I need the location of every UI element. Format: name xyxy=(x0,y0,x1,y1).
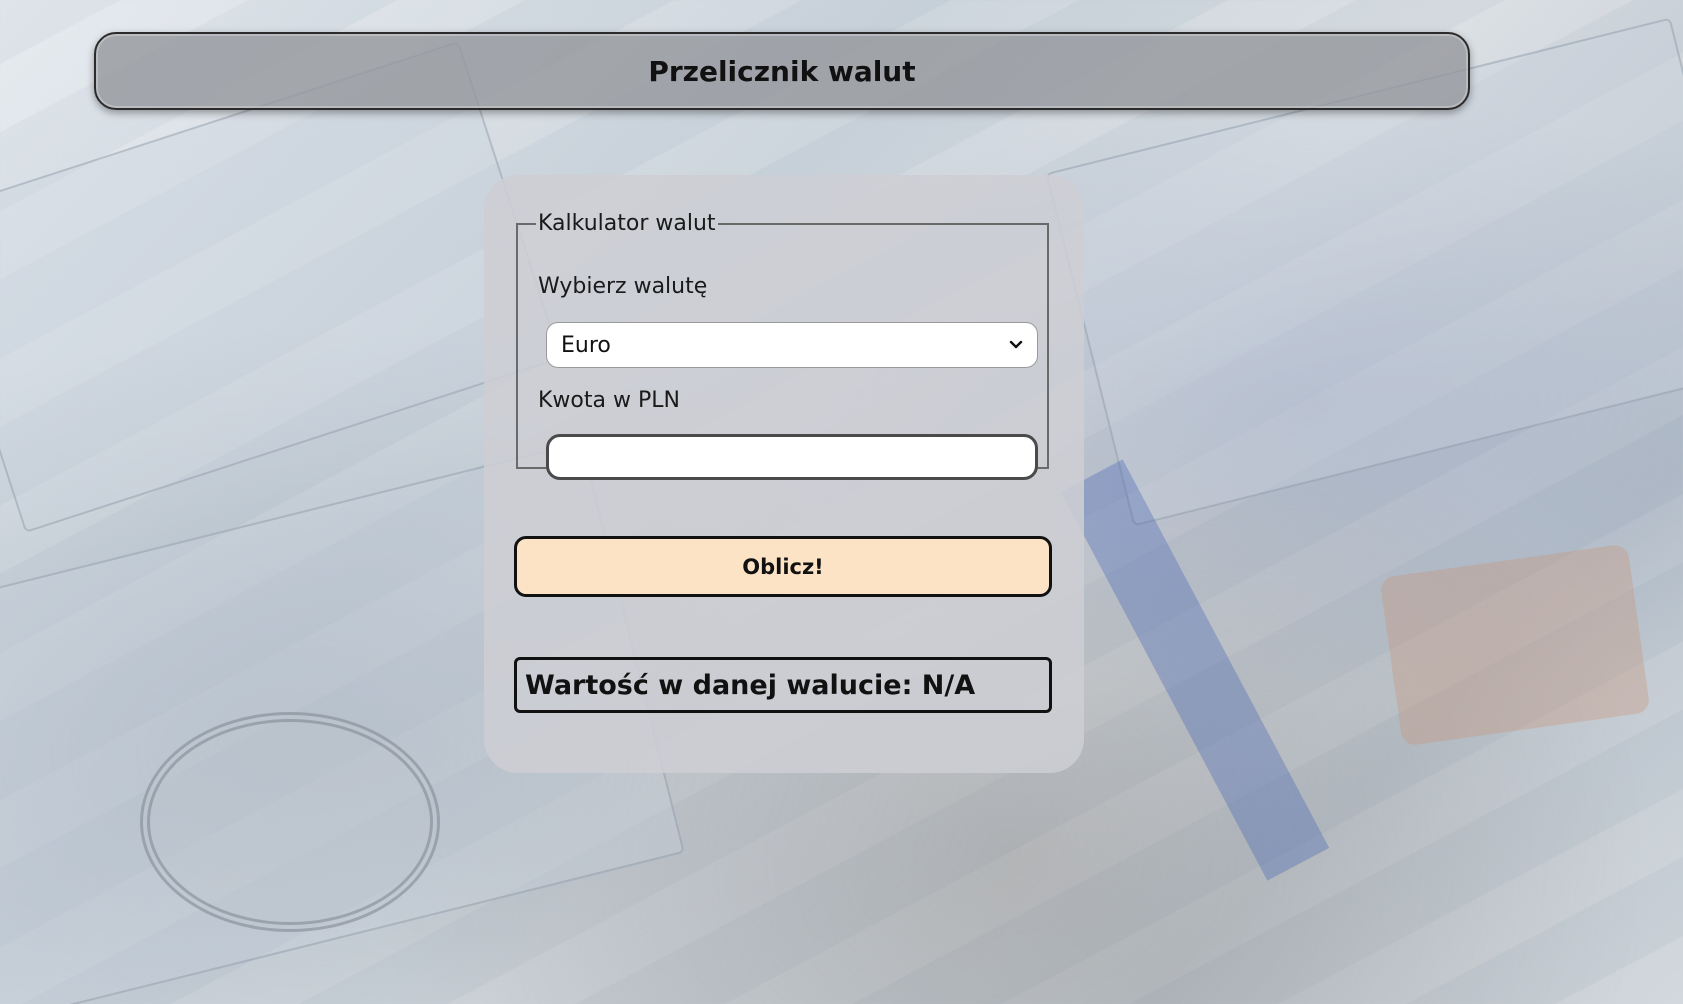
background-banknote xyxy=(0,41,562,533)
currency-label: Wybierz walutę xyxy=(538,274,708,299)
amount-input[interactable] xyxy=(546,434,1038,480)
background-seal xyxy=(140,712,440,932)
calculate-button[interactable]: Oblicz! xyxy=(514,536,1052,597)
amount-label: Kwota w PLN xyxy=(538,388,680,413)
currency-selected-value: Euro xyxy=(561,332,611,358)
background-stamp xyxy=(1379,543,1651,747)
calculator-card: Kalkulator walut Wybierz walutę Euro Kwo… xyxy=(484,175,1084,773)
chevron-down-icon xyxy=(1009,340,1023,349)
app-header: Przelicznik walut xyxy=(94,32,1470,110)
currency-select[interactable]: Euro xyxy=(546,322,1038,368)
background-security-stripe xyxy=(1060,459,1330,881)
result-output: Wartość w danej walucie: N/A xyxy=(514,657,1052,713)
page-title: Przelicznik walut xyxy=(648,54,916,88)
calculator-legend: Kalkulator walut xyxy=(538,211,716,236)
calculator-fieldset: Kalkulator walut Wybierz walutę Euro Kwo… xyxy=(516,211,1049,480)
